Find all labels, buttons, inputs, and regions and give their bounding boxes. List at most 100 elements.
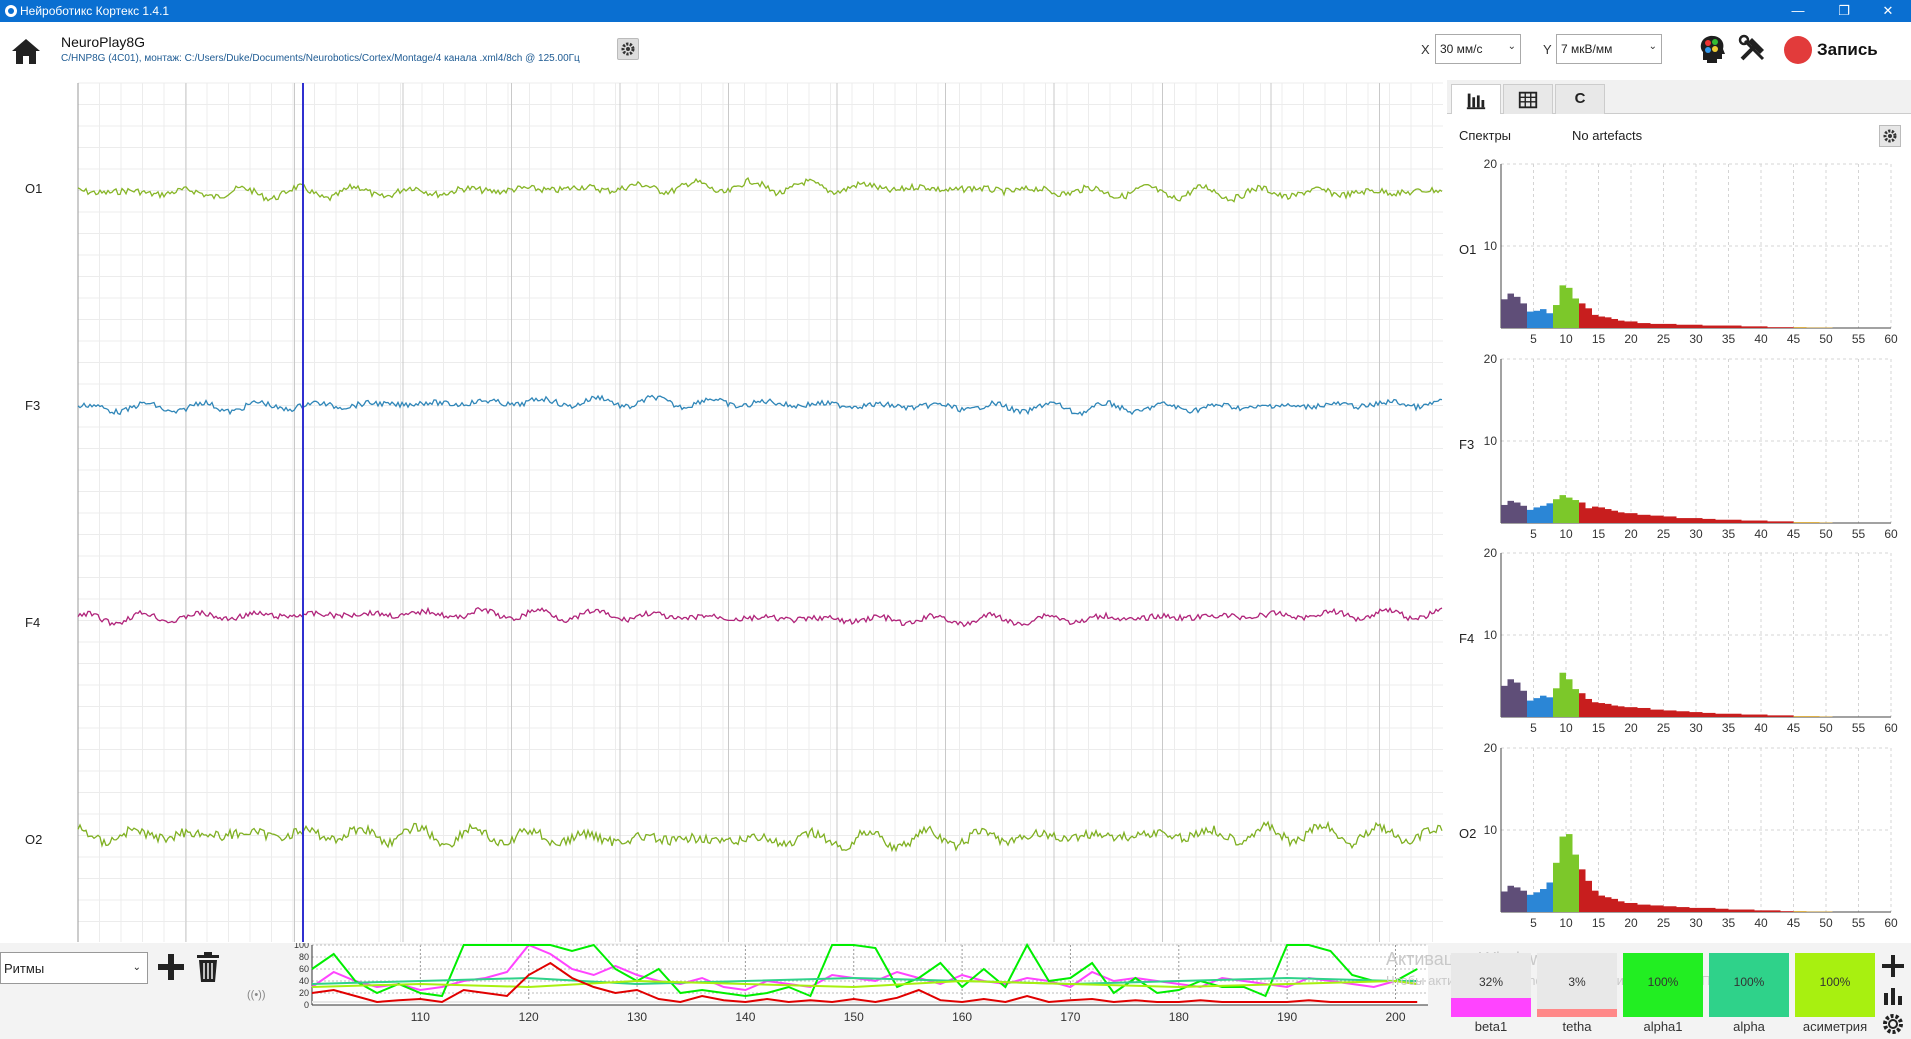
spectrum-bar	[1546, 503, 1553, 523]
x-tick-label: 5	[1530, 721, 1537, 735]
minimize-button[interactable]: —	[1775, 0, 1821, 22]
spectrum-bar	[1527, 894, 1534, 912]
x-tick-label: 20	[1624, 332, 1638, 346]
spectrum-chart-f4: F4 20 10 5 10 15 20 25 30 35 40 45 50 55 60	[1459, 546, 1898, 735]
spectrum-bar	[1501, 685, 1508, 717]
spectrum-channel-label: F4	[1459, 631, 1474, 646]
spectrum-bar	[1585, 308, 1592, 328]
spectrum-bar	[1689, 907, 1703, 912]
device-settings-button[interactable]	[617, 38, 639, 60]
spectrum-bar	[1553, 499, 1560, 523]
y-tick-label: 10	[1484, 239, 1498, 253]
indicator-alpha[interactable]: 100% alpha	[1709, 953, 1789, 1034]
rhythms-chart[interactable]: 110 120 130 140 150 160 170 180 190 2001008060402…	[270, 943, 1430, 1039]
spectrum-bar	[1559, 836, 1566, 912]
spectrum-bar	[1572, 689, 1579, 717]
eeg-traces[interactable]	[0, 80, 1447, 943]
spectrum-bar	[1507, 679, 1514, 717]
eeg-view[interactable]: O1 F3 F4 O2	[0, 80, 1447, 943]
spectrum-chart-o1: O1 20 10 5 10 15 20 25 30 35 40 45 50 55 60	[1459, 157, 1898, 346]
spectrum-bar	[1605, 897, 1612, 912]
x-tick-label: 30	[1689, 916, 1703, 930]
gear-icon[interactable]	[1880, 1011, 1906, 1037]
spectrum-bar	[1650, 323, 1664, 328]
spectrum-bar	[1780, 327, 1794, 328]
spectrum-bar	[1605, 703, 1612, 717]
spectrum-bar	[1566, 497, 1573, 523]
spectrum-bar	[1598, 316, 1605, 328]
x-tick-label: 5	[1530, 527, 1537, 541]
spectrum-bar	[1540, 309, 1547, 328]
x-tick-label: 15	[1592, 527, 1606, 541]
app-logo-icon	[5, 5, 17, 17]
spectrum-bar	[1793, 522, 1807, 523]
indicator-alpha1[interactable]: 100% alpha1	[1623, 953, 1703, 1034]
spectrum-bar	[1533, 698, 1540, 717]
spectrum-bar	[1793, 911, 1807, 912]
spectrum-bar	[1611, 510, 1618, 523]
device-name: NeuroPlay8G	[61, 34, 146, 50]
trash-icon[interactable]	[195, 951, 221, 983]
indicator-percent: 3%	[1568, 975, 1586, 989]
y-tick-label: 40	[299, 976, 309, 986]
bar-chart-icon[interactable]	[1880, 983, 1906, 1009]
y-tick-label: 80	[299, 952, 309, 962]
record-dot-icon[interactable]	[1784, 36, 1812, 64]
x-tick-label: 40	[1754, 527, 1768, 541]
spectrum-bar	[1715, 713, 1729, 717]
spectrum-bar	[1767, 521, 1781, 523]
spectrum-chart-o2: O2 20 10 5 10 15 20 25 30 35 40 45 50 55 60	[1459, 741, 1898, 930]
add-indicator-icon[interactable]	[1880, 953, 1906, 979]
home-icon[interactable]	[8, 34, 44, 70]
spectrum-bar	[1728, 325, 1742, 328]
spectrum-chart-f3: F3 20 10 5 10 15 20 25 30 35 40 45 50 55 60	[1459, 352, 1898, 541]
indicator-percent: 100%	[1733, 975, 1765, 989]
spectrum-bar	[1741, 714, 1755, 717]
spectrum-bar	[1624, 707, 1638, 717]
spectrum-bar	[1592, 506, 1599, 523]
spectrum-bar	[1650, 905, 1664, 912]
add-icon[interactable]	[156, 952, 186, 982]
spectrum-bar	[1514, 502, 1521, 523]
spectrum-bar	[1546, 313, 1553, 328]
x-tick-label: 35	[1722, 916, 1736, 930]
spectrum-bar	[1676, 907, 1690, 912]
x-tick-label: 25	[1657, 527, 1671, 541]
x-tick-label: 140	[735, 1010, 755, 1024]
spectrum-bar	[1806, 716, 1820, 717]
indicator-asymmetry[interactable]: 100% асиметрия	[1795, 953, 1875, 1034]
head-colors-icon[interactable]	[1695, 32, 1729, 66]
y-tick-label: 10	[1484, 628, 1498, 642]
indicator-tetha[interactable]: 3% tetha	[1537, 953, 1617, 1034]
spectrum-bar	[1540, 505, 1547, 523]
y-scale-select[interactable]: 7 мкВ/мм ⌄	[1556, 34, 1662, 64]
x-tick-label: 50	[1819, 527, 1833, 541]
x-tick-label: 10	[1559, 332, 1573, 346]
x-tick-label: 10	[1559, 721, 1573, 735]
spectrum-bar	[1754, 714, 1768, 717]
restore-button[interactable]: ❐	[1821, 0, 1867, 22]
indicator-name: alpha1	[1643, 1019, 1683, 1034]
x-scale-select[interactable]: 30 мм/с ⌄	[1435, 34, 1521, 64]
close-button[interactable]: ✕	[1865, 0, 1911, 22]
indicator-beta1[interactable]: 32% beta1	[1451, 953, 1531, 1034]
record-button[interactable]: Запись	[1817, 40, 1878, 60]
indicator-fill	[1537, 1009, 1617, 1017]
spectrum-bar	[1546, 882, 1553, 912]
spectrum-bar	[1663, 323, 1677, 328]
spectrum-bar	[1767, 327, 1781, 328]
x-tick-label: 45	[1787, 721, 1801, 735]
spectrum-bar	[1715, 908, 1729, 912]
x-tick-label: 60	[1884, 527, 1898, 541]
spectrum-bar	[1754, 520, 1768, 523]
tools-icon[interactable]	[1736, 32, 1770, 66]
spectrum-bar	[1637, 323, 1651, 328]
spectrum-bar	[1689, 324, 1703, 328]
y-tick-label: 10	[1484, 823, 1498, 837]
y-tick-label: 20	[1484, 546, 1498, 560]
spectrum-bar	[1728, 713, 1742, 717]
rhythms-select[interactable]: Ритмы ⌄	[0, 952, 148, 984]
x-tick-label: 110	[411, 1010, 430, 1024]
indicator-fill	[1451, 998, 1531, 1017]
spectrum-bar	[1527, 509, 1534, 523]
